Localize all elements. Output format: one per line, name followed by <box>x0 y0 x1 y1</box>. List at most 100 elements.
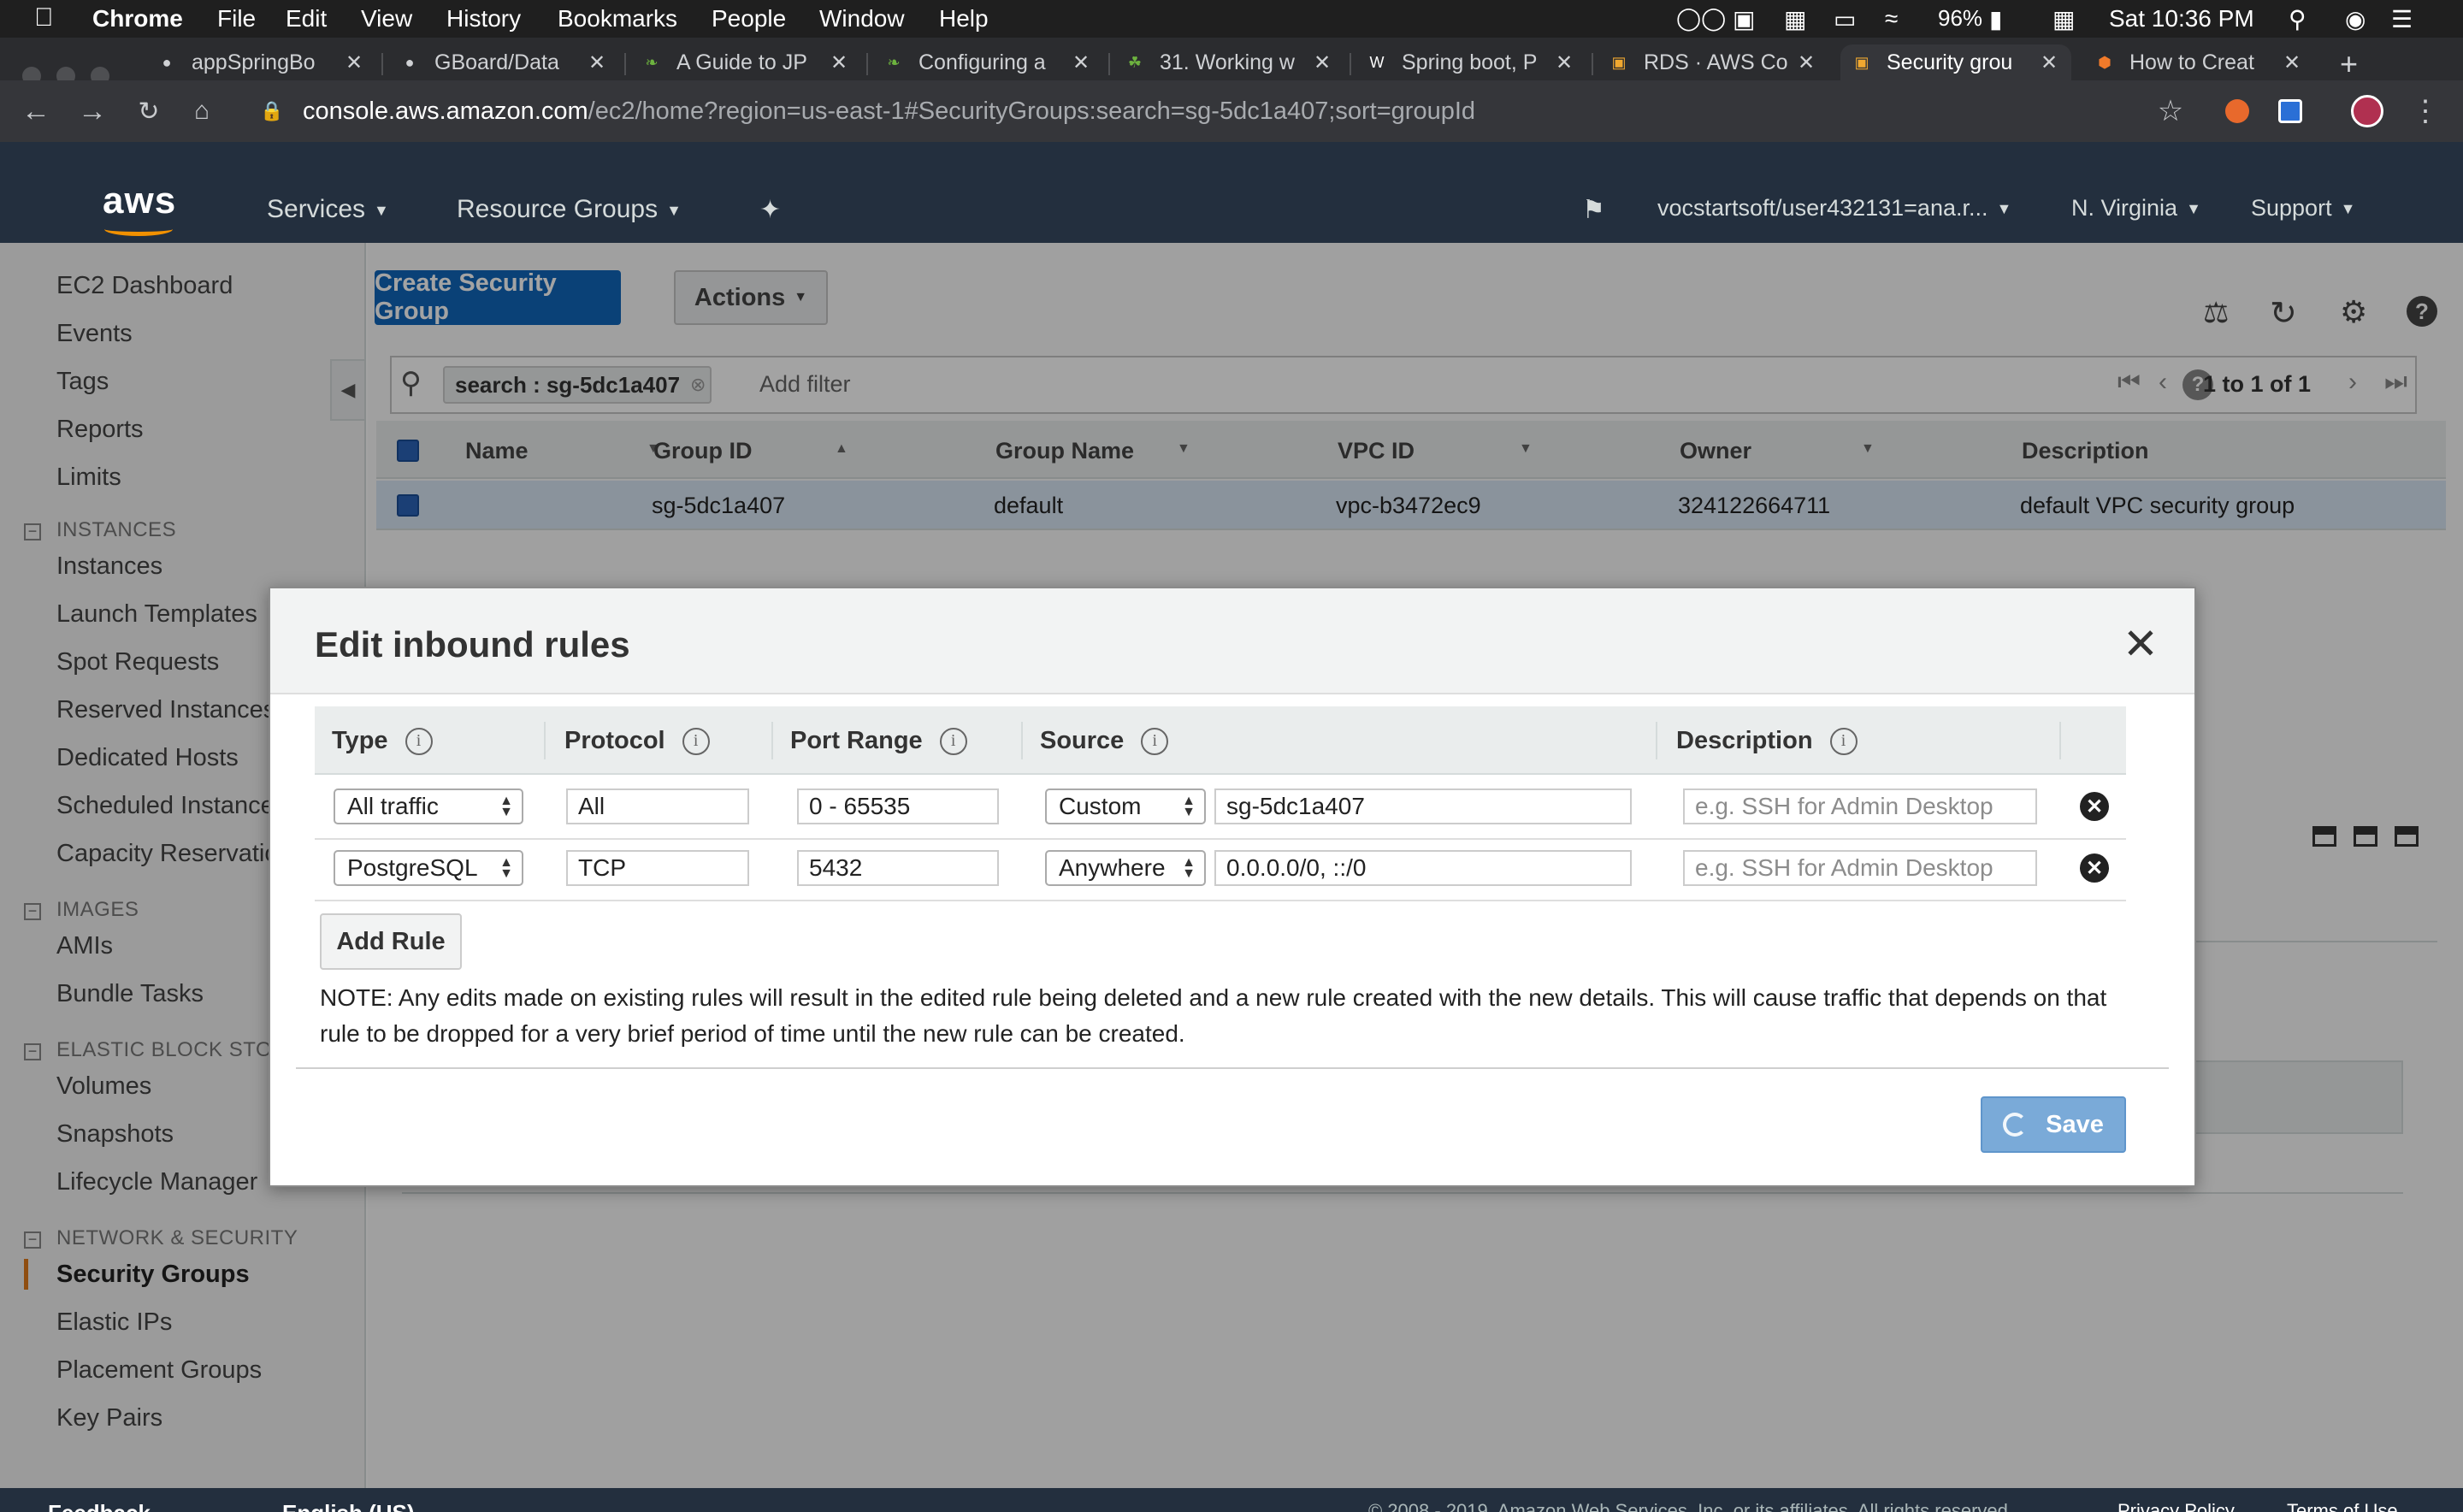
tab-separator <box>1108 53 1110 75</box>
privacy-link[interactable]: Privacy Policy <box>2117 1500 2235 1512</box>
tab-close-icon[interactable]: ✕ <box>1314 50 1331 75</box>
info-icon[interactable]: i <box>939 727 967 755</box>
shield-grid-icon[interactable]: ▦ <box>1784 5 1806 33</box>
port-range-field[interactable]: 0 - 65535 <box>797 788 999 824</box>
forward-icon[interactable]: → <box>74 92 111 130</box>
terms-link[interactable]: Terms of Use <box>2287 1500 2398 1512</box>
reload-icon[interactable]: ↻ <box>130 92 168 130</box>
bi-icon[interactable]: ▣ <box>1733 5 1755 33</box>
url-path: /ec2/home?region=us-east-1#SecurityGroup… <box>588 97 1476 125</box>
pin-icon[interactable]: ✦ <box>759 195 781 225</box>
apple-menu-icon[interactable]:  <box>34 3 54 32</box>
bell-icon[interactable]: ⚑ <box>1582 195 1605 225</box>
region-menu[interactable]: N. Virginia ▼ <box>2071 195 2201 221</box>
glasses-icon[interactable]: ◯◯ <box>1676 5 1726 32</box>
bookmark-star-icon[interactable]: ☆ <box>2152 92 2189 130</box>
remove-rule-icon[interactable]: ✕ <box>2080 792 2109 821</box>
menu-app-name[interactable]: Chrome <box>92 5 183 32</box>
wifi-icon[interactable]: ≈ <box>1885 5 1898 32</box>
menu-view[interactable]: View <box>361 5 412 32</box>
col-protocol: Protocol i <box>564 727 710 755</box>
airplay-icon[interactable]: ▭ <box>1834 5 1856 33</box>
source-field[interactable]: 0.0.0.0/0, ::/0 <box>1214 850 1632 886</box>
profile-avatar[interactable] <box>2348 92 2386 130</box>
browser-tab[interactable]: ▣ RDS · AWS Co ✕ <box>1598 44 1828 80</box>
save-button[interactable]: Save <box>1981 1096 2126 1153</box>
description-field[interactable]: e.g. SSH for Admin Desktop <box>1683 788 2037 824</box>
url-host: console.aws.amazon.com <box>303 97 588 125</box>
siri-icon[interactable]: ◉ <box>2345 5 2366 33</box>
new-tab-icon[interactable]: + <box>2340 46 2358 82</box>
info-icon[interactable]: i <box>1141 727 1169 755</box>
tab-close-icon[interactable]: ✕ <box>2283 50 2301 75</box>
aws-logo[interactable]: aws <box>103 180 176 236</box>
browser-tab[interactable]: ● appSpringBo ✕ <box>145 44 376 80</box>
type-select[interactable]: All traffic ▲ ▼ <box>334 788 523 824</box>
browser-tab[interactable]: ▣ Security grou ✕ <box>1840 44 2071 80</box>
account-label: vocstartsoft/user432131=ana.r... <box>1657 195 1988 221</box>
tab-close-icon[interactable]: ✕ <box>1556 50 1573 75</box>
leaf-icon: ❧ <box>645 53 659 71</box>
add-rule-button[interactable]: Add Rule <box>320 913 462 970</box>
back-icon[interactable]: ← <box>17 92 55 130</box>
source-mode-select[interactable]: Custom ▲ ▼ <box>1045 788 1206 824</box>
chevron-down-icon: ▼ <box>1996 200 2012 218</box>
tab-close-icon[interactable]: ✕ <box>830 50 848 75</box>
row-divider <box>315 900 2126 901</box>
extension-orange-icon[interactable] <box>2218 92 2256 130</box>
browser-tab[interactable]: ☘ 31. Working w ✕ <box>1113 44 1344 80</box>
home-icon[interactable]: ⌂ <box>183 92 221 130</box>
browser-tab[interactable]: W Spring boot, P ✕ <box>1356 44 1586 80</box>
support-menu[interactable]: Support ▼ <box>2251 195 2355 221</box>
description-field[interactable]: e.g. SSH for Admin Desktop <box>1683 850 2037 886</box>
clock-text[interactable]: Sat 10:36 PM <box>2109 5 2254 32</box>
dialog-title: Edit inbound rules <box>315 624 630 664</box>
source-mode-select[interactable]: Anywhere ▲ ▼ <box>1045 850 1206 886</box>
edit-warning-note: NOTE: Any edits made on existing rules w… <box>320 984 2107 1047</box>
menu-help[interactable]: Help <box>939 5 989 32</box>
col-source: Source i <box>1040 727 1169 755</box>
info-icon[interactable]: i <box>1829 727 1858 755</box>
extension-blue-icon[interactable] <box>2271 92 2309 130</box>
type-select[interactable]: PostgreSQL ▲ ▼ <box>334 850 523 886</box>
calendar-icon[interactable]: ▦ <box>2052 5 2075 33</box>
menu-edit[interactable]: Edit <box>286 5 327 32</box>
menu-bookmarks[interactable]: Bookmarks <box>558 5 677 32</box>
tab-close-icon[interactable]: ✕ <box>1798 50 1815 75</box>
services-label: Services <box>267 195 366 223</box>
support-label: Support <box>2251 195 2332 221</box>
chrome-menu-icon[interactable]: ⋮ <box>2407 92 2444 130</box>
menu-history[interactable]: History <box>446 5 521 32</box>
feedback-link[interactable]: Feedback <box>48 1500 151 1512</box>
tab-close-icon[interactable]: ✕ <box>1072 50 1090 75</box>
close-icon[interactable]: ✕ <box>2123 619 2159 669</box>
account-menu[interactable]: vocstartsoft/user432131=ana.r... ▼ <box>1657 195 2011 221</box>
remove-rule-icon[interactable]: ✕ <box>2080 853 2109 883</box>
col-type: Type i <box>332 727 433 755</box>
port-range-field[interactable]: 5432 <box>797 850 999 886</box>
menu-people[interactable]: People <box>712 5 786 32</box>
lock-icon[interactable]: 🔒 <box>260 100 284 122</box>
browser-tab[interactable]: ❧ Configuring a ✕ <box>872 44 1103 80</box>
menu-window[interactable]: Window <box>819 5 905 32</box>
protocol-field[interactable]: TCP <box>566 850 749 886</box>
tab-close-icon[interactable]: ✕ <box>346 50 363 75</box>
language-selector[interactable]: English (US) <box>282 1500 415 1512</box>
region-label: N. Virginia <box>2071 195 2178 221</box>
menu-file[interactable]: File <box>217 5 256 32</box>
browser-tab[interactable]: ❧ A Guide to JP ✕ <box>630 44 861 80</box>
resource-groups-menu[interactable]: Resource Groups ▼ <box>457 195 682 224</box>
spotlight-search-icon[interactable]: ⚲ <box>2289 5 2306 33</box>
tab-close-icon[interactable]: ✕ <box>588 50 605 75</box>
address-bar[interactable]: 🔒 console.aws.amazon.com/ec2/home?region… <box>241 89 2176 133</box>
info-icon[interactable]: i <box>405 727 433 755</box>
tab-close-icon[interactable]: ✕ <box>2041 50 2058 75</box>
notification-center-icon[interactable]: ☰ <box>2391 5 2413 33</box>
source-field[interactable]: sg-5dc1a407 <box>1214 788 1632 824</box>
protocol-field[interactable]: All <box>566 788 749 824</box>
info-icon[interactable]: i <box>682 727 710 755</box>
services-menu[interactable]: Services ▼ <box>267 195 389 224</box>
battery-icon[interactable]: ▮ <box>1989 5 2002 33</box>
browser-tab[interactable]: ⬢ How to Creat ✕ <box>2083 44 2314 80</box>
browser-tab[interactable]: ● GBoard/Data ✕ <box>388 44 619 80</box>
